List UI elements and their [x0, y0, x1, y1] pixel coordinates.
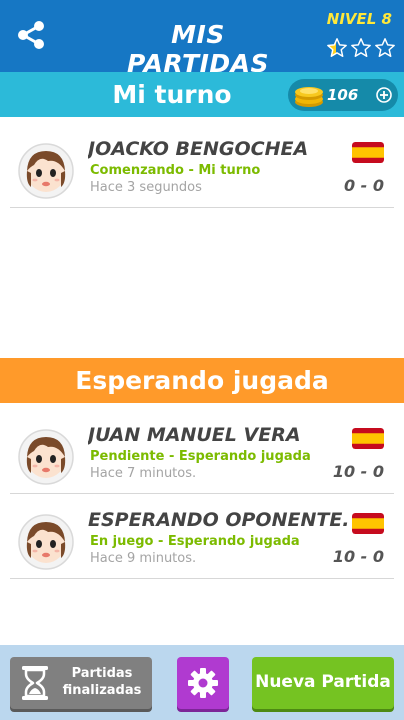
- spain-flag-icon: [352, 428, 384, 449]
- game-score: 10 - 0: [332, 462, 384, 481]
- waiting-title: Esperando jugada: [75, 366, 329, 395]
- waiting-section-header: Esperando jugada: [0, 358, 404, 403]
- spain-flag-icon: [352, 142, 384, 163]
- level-stars: [326, 37, 396, 59]
- plus-circle-icon[interactable]: [376, 87, 392, 103]
- game-row[interactable]: JUAN MANUEL VERA Pendiente - Esperando j…: [10, 406, 394, 494]
- game-status: Comenzando - Mi turno: [90, 163, 261, 178]
- finished-games-button[interactable]: Partidas finalizadas: [10, 657, 152, 709]
- player-name: JOACKO BENGOCHEA: [88, 138, 309, 160]
- finished-label-line1: Partidas: [71, 666, 133, 681]
- star-icon: [327, 38, 347, 57]
- share-icon[interactable]: [14, 18, 48, 52]
- coin-stack-icon: [295, 87, 323, 107]
- app-screen: MIS PARTIDAS NIVEL 8 Mi turno 106 JOACKO…: [0, 0, 404, 720]
- game-status: Pendiente - Esperando jugada: [90, 449, 311, 464]
- avatar: [18, 429, 74, 485]
- game-time: Hace 7 minutos.: [90, 466, 197, 481]
- new-game-label: Nueva Partida: [255, 672, 391, 692]
- hourglass-icon: [22, 666, 48, 700]
- page-title: MIS PARTIDAS: [127, 20, 269, 78]
- coin-count: 106: [327, 86, 359, 104]
- bottom-toolbar: Partidas finalizadas Nueva Partida: [0, 645, 404, 720]
- game-time: Hace 3 segundos: [90, 180, 202, 195]
- player-name: JUAN MANUEL VERA: [88, 424, 301, 446]
- finished-games-label: Partidas finalizadas: [56, 665, 148, 699]
- coin-balance[interactable]: 106: [288, 79, 398, 111]
- avatar: [18, 143, 74, 199]
- spain-flag-icon: [352, 513, 384, 534]
- game-time: Hace 9 minutos.: [90, 551, 197, 566]
- my-turn-section-header: Mi turno 106: [0, 72, 404, 117]
- level-label: NIVEL 8: [326, 10, 392, 28]
- gear-icon: [188, 668, 218, 698]
- avatar: [18, 514, 74, 570]
- game-score: 10 - 0: [332, 547, 384, 566]
- top-header: MIS PARTIDAS NIVEL 8: [0, 0, 404, 78]
- game-row[interactable]: JOACKO BENGOCHEA Comenzando - Mi turno H…: [10, 120, 394, 208]
- player-name: ESPERANDO OPONENTE...: [88, 509, 350, 531]
- game-status: En juego - Esperando jugada: [90, 534, 300, 549]
- game-row[interactable]: ESPERANDO OPONENTE... En juego - Esperan…: [10, 491, 394, 579]
- star-icon: [351, 38, 371, 57]
- settings-button[interactable]: [177, 657, 229, 709]
- new-game-button[interactable]: Nueva Partida: [252, 657, 394, 709]
- finished-label-line2: finalizadas: [62, 683, 142, 698]
- star-icon: [375, 38, 395, 57]
- game-score: 0 - 0: [343, 176, 384, 195]
